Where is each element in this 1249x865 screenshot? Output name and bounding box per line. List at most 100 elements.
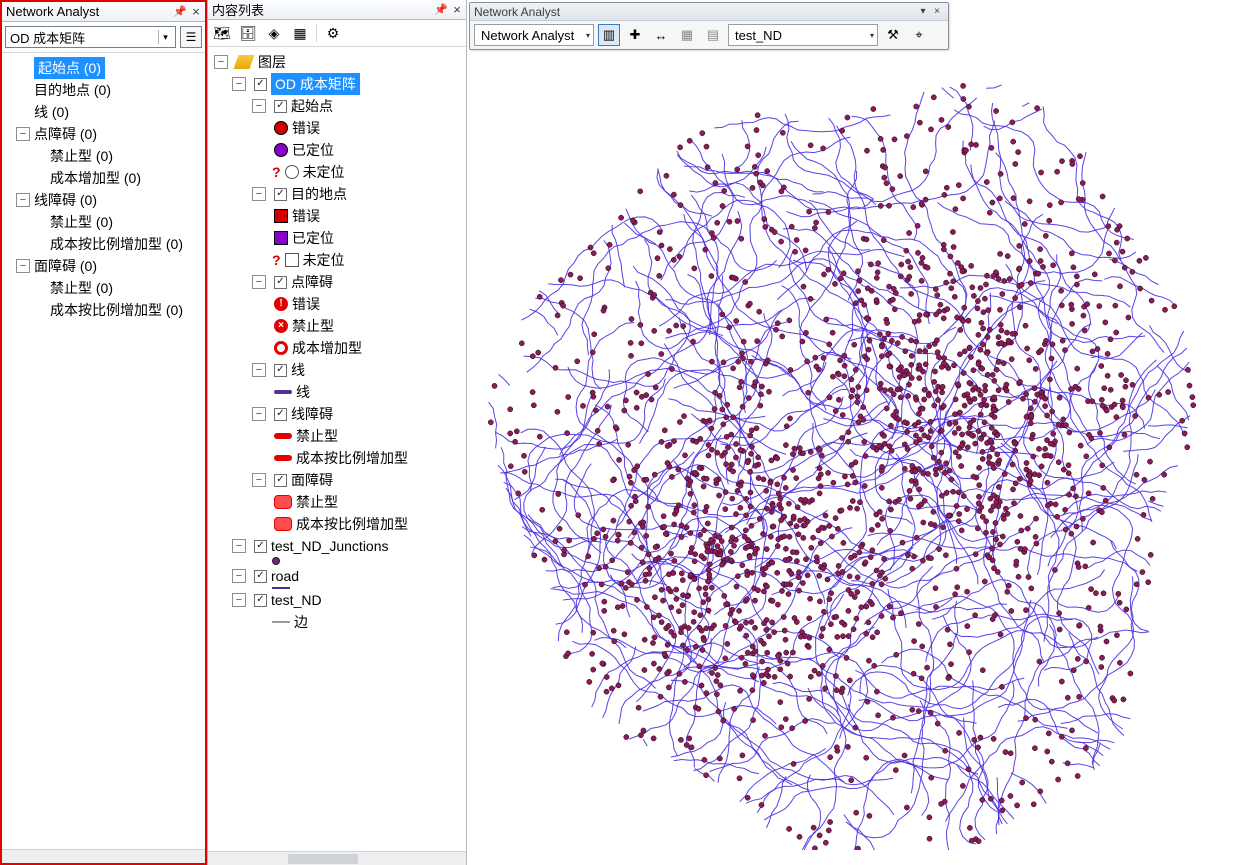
na-destinations-row[interactable]: 目的地点 (0): [4, 79, 203, 101]
toc-junctions-label: test_ND_Junctions: [271, 535, 389, 557]
node-symbol-icon: [272, 557, 280, 565]
toc-destinations-label: 目的地点: [291, 183, 347, 205]
toc-pb-item-2[interactable]: 成本增加型: [210, 337, 464, 359]
list-by-selection-icon[interactable]: ▦: [290, 23, 310, 43]
toc-lines-row[interactable]: − 线: [210, 359, 464, 381]
na-line-barrier-child-0[interactable]: 禁止型 (0): [4, 211, 203, 233]
collapse-icon[interactable]: −: [16, 259, 30, 273]
checkbox-icon[interactable]: [274, 276, 287, 289]
na-destinations-label: 目的地点 (0): [34, 79, 111, 101]
toc-polybarrier-row[interactable]: − 面障碍: [210, 469, 464, 491]
na-panel-toolbar: OD 成本矩阵 ▾ ☰: [2, 22, 205, 53]
toc-dest-item-2[interactable]: ? 未定位: [210, 249, 464, 271]
checkbox-icon[interactable]: [274, 364, 287, 377]
toc-linebarrier-row[interactable]: − 线障碍: [210, 403, 464, 425]
collapse-icon[interactable]: −: [252, 363, 266, 377]
na-point-barrier-child-1[interactable]: 成本增加型 (0): [4, 167, 203, 189]
checkbox-icon[interactable]: [274, 188, 287, 201]
analysis-layer-value: OD 成本矩阵: [10, 28, 85, 47]
close-icon[interactable]: ×: [930, 5, 944, 19]
toc-edge-row[interactable]: 边: [210, 611, 464, 633]
separator: [316, 24, 317, 42]
na-point-barrier-label: 点障碍 (0): [34, 123, 97, 145]
toc-pb-item-0[interactable]: ! 错误: [210, 293, 464, 315]
red-rrect-icon: [274, 517, 292, 531]
toc-lb-item-0[interactable]: 禁止型: [210, 425, 464, 447]
options-icon[interactable]: ⚙: [323, 23, 343, 43]
toc-od-row[interactable]: − OD 成本矩阵: [210, 73, 464, 95]
analysis-layer-dropdown[interactable]: OD 成本矩阵 ▾: [5, 26, 176, 48]
toc-lines-label: 线: [291, 359, 305, 381]
collapse-icon[interactable]: −: [232, 77, 246, 91]
collapse-icon[interactable]: −: [232, 569, 246, 583]
na-line-barrier-child-1[interactable]: 成本按比例增加型 (0): [4, 233, 203, 255]
checkbox-icon[interactable]: [254, 540, 267, 553]
toc-polyb-item-0[interactable]: 禁止型: [210, 491, 464, 513]
float-dropdown-icon[interactable]: ▾: [916, 5, 930, 19]
checkbox-icon[interactable]: [254, 570, 267, 583]
checkbox-icon[interactable]: [254, 594, 267, 607]
list-by-drawing-icon[interactable]: 🗺: [212, 23, 232, 43]
na-properties-button[interactable]: ☰: [180, 26, 202, 48]
na-lines-row[interactable]: 线 (0): [4, 101, 203, 123]
toc-origins-row[interactable]: − 起始点: [210, 95, 464, 117]
collapse-icon[interactable]: −: [252, 473, 266, 487]
toc-root-row[interactable]: − 图层: [210, 51, 464, 73]
toc-origins-item-2[interactable]: ? 未定位: [210, 161, 464, 183]
checkbox-icon[interactable]: [254, 78, 267, 91]
na-poly-barrier-child-1[interactable]: 成本按比例增加型 (0): [4, 299, 203, 321]
collapse-icon[interactable]: −: [252, 275, 266, 289]
toc-road-row[interactable]: − road: [210, 565, 464, 587]
collapse-icon[interactable]: −: [214, 55, 228, 69]
collapse-icon[interactable]: −: [232, 539, 246, 553]
na-panel-titlebar: Network Analyst 📌 ×: [2, 2, 205, 22]
close-icon[interactable]: ×: [189, 5, 203, 19]
na-poly-barrier-child-0[interactable]: 禁止型 (0): [4, 277, 203, 299]
checkbox-icon[interactable]: [274, 474, 287, 487]
toc-dest-item-0[interactable]: 错误: [210, 205, 464, 227]
close-icon[interactable]: ×: [450, 3, 464, 17]
toc-pointbarrier-row[interactable]: − 点障碍: [210, 271, 464, 293]
collapse-icon[interactable]: −: [16, 127, 30, 141]
toc-dest-item-1[interactable]: 已定位: [210, 227, 464, 249]
scrollbar-stub[interactable]: [208, 851, 466, 865]
pin-icon[interactable]: 📌: [173, 5, 187, 19]
toc-pb-item-1[interactable]: × 禁止型: [210, 315, 464, 337]
na-panel-title: Network Analyst: [6, 4, 171, 19]
na-line-barrier-row[interactable]: − 线障碍 (0): [4, 189, 203, 211]
scrollbar-thumb[interactable]: [288, 854, 358, 864]
chevron-down-icon: ▾: [870, 31, 874, 40]
na-float-titlebar[interactable]: Network Analyst ▾ ×: [470, 3, 948, 21]
toc-origins-item-1[interactable]: 已定位: [210, 139, 464, 161]
na-origins-label: 起始点 (0): [34, 57, 105, 79]
map-view[interactable]: Network Analyst ▾ × Network Analyst ▾ ▥ …: [467, 0, 1249, 865]
collapse-icon[interactable]: −: [232, 593, 246, 607]
collapse-icon[interactable]: −: [16, 193, 30, 207]
toc-destinations-row[interactable]: − 目的地点: [210, 183, 464, 205]
na-point-barrier-row[interactable]: − 点障碍 (0): [4, 123, 203, 145]
na-origins-row[interactable]: 起始点 (0): [4, 57, 203, 79]
scrollbar-stub[interactable]: [2, 849, 205, 863]
list-by-source-icon[interactable]: 🗄: [238, 23, 258, 43]
toc-lb-item-1[interactable]: 成本按比例增加型: [210, 447, 464, 469]
toc-origins-item-0[interactable]: 错误: [210, 117, 464, 139]
ring-icon: [274, 341, 288, 355]
toc-lines-item-0[interactable]: 线: [210, 381, 464, 403]
na-poly-barrier-row[interactable]: − 面障碍 (0): [4, 255, 203, 277]
checkbox-icon[interactable]: [274, 100, 287, 113]
forbid-dot-icon: ×: [274, 319, 288, 333]
toc-od-label: OD 成本矩阵: [271, 73, 360, 95]
collapse-icon[interactable]: −: [252, 187, 266, 201]
toc-title: 内容列表: [212, 0, 432, 19]
list-by-visibility-icon[interactable]: ◈: [264, 23, 284, 43]
collapse-icon[interactable]: −: [252, 99, 266, 113]
collapse-icon[interactable]: −: [252, 407, 266, 421]
error-dot-icon: !: [274, 297, 288, 311]
toc-testnd-row[interactable]: − test_ND: [210, 589, 464, 611]
toc-junctions-row[interactable]: − test_ND_Junctions: [210, 535, 464, 557]
network-analyst-panel: Network Analyst 📌 × OD 成本矩阵 ▾ ☰ 起始点 (0) …: [0, 0, 207, 865]
checkbox-icon[interactable]: [274, 408, 287, 421]
na-point-barrier-child-0[interactable]: 禁止型 (0): [4, 145, 203, 167]
pin-icon[interactable]: 📌: [434, 3, 448, 17]
toc-polyb-item-1[interactable]: 成本按比例增加型: [210, 513, 464, 535]
